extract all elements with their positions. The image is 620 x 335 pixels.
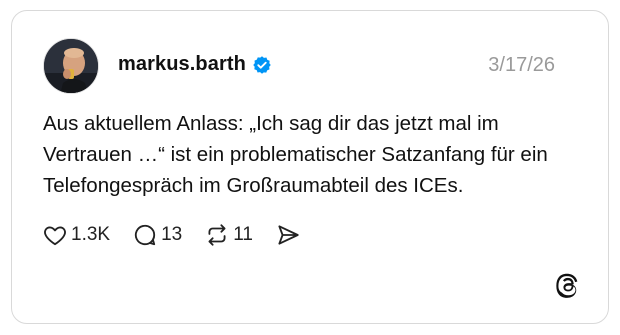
reply-button[interactable]: 13	[132, 222, 182, 248]
action-bar: 1.3K 13 11	[42, 221, 323, 249]
post-text: Aus aktuellem Anlass: „Ich sag dir das j…	[43, 112, 548, 197]
repost-arrows-icon	[208, 224, 226, 246]
username-row[interactable]: markus.barth	[118, 53, 272, 76]
verified-badge-icon	[253, 55, 271, 74]
heart-icon	[44, 226, 66, 246]
threads-logo-icon[interactable]	[554, 271, 582, 299]
speech-bubble-icon	[134, 224, 156, 246]
post-card: markus.barth 3/17/26 Aus aktuellem Anlas…	[11, 10, 609, 324]
send-icon	[278, 225, 299, 245]
reply-count: 13	[161, 224, 183, 245]
share-button[interactable]	[275, 222, 301, 248]
post-date: 3/17/26	[488, 54, 555, 76]
avatar[interactable]	[43, 38, 99, 94]
repost-button[interactable]: 11	[204, 222, 253, 248]
repost-count: 11	[233, 224, 253, 245]
like-button[interactable]: 1.3K	[42, 222, 110, 248]
like-count: 1.3K	[71, 224, 111, 245]
avatar-photo	[44, 39, 98, 93]
username[interactable]: markus.barth	[118, 53, 246, 76]
